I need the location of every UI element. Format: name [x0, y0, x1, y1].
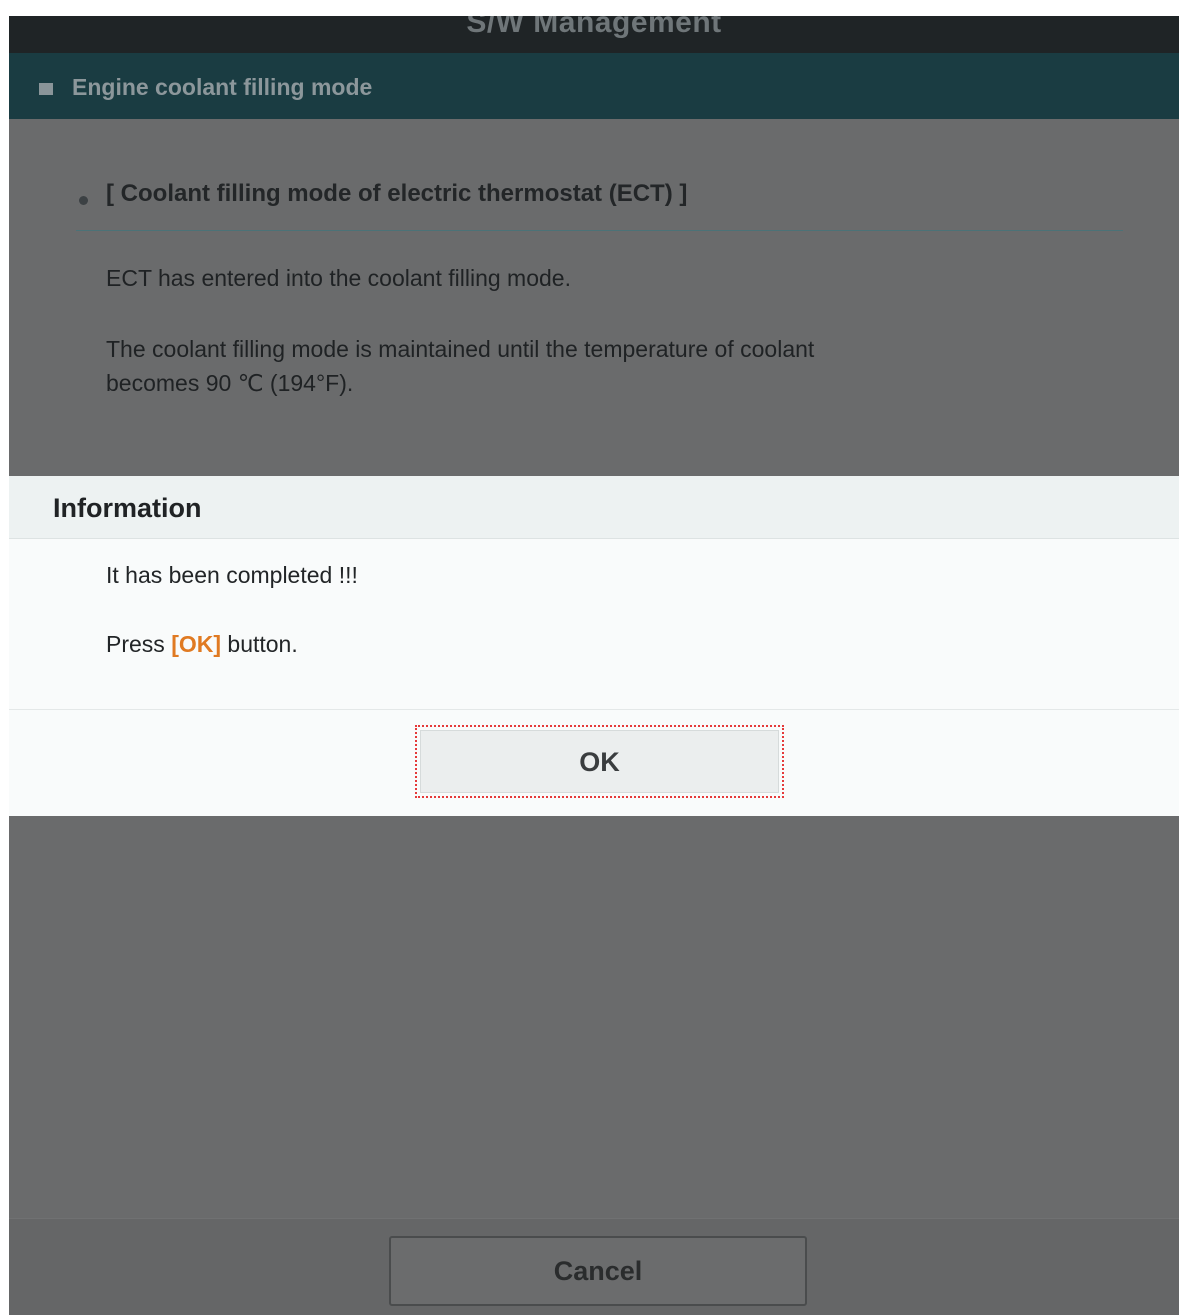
- dialog-title: Information: [53, 493, 202, 523]
- instruction-text-line2: becomes 90 ℃ (194°F).: [106, 370, 354, 396]
- cancel-button[interactable]: Cancel: [389, 1236, 807, 1306]
- dialog-footer: OK: [9, 709, 1179, 816]
- square-bullet-icon: [39, 83, 53, 95]
- dialog-message-suffix: button.: [221, 631, 298, 657]
- dialog-message-completed: It has been completed !!!: [106, 562, 358, 588]
- ok-button-label[interactable]: OK: [420, 730, 779, 793]
- window-title: S/W Management: [466, 16, 722, 39]
- dialog-message-instruction: Press [OK] button.: [106, 631, 298, 658]
- bottom-bar: Cancel: [9, 1218, 1179, 1315]
- content-heading: [ Coolant filling mode of electric therm…: [106, 180, 688, 207]
- ok-button[interactable]: OK: [415, 725, 784, 798]
- dialog-message-prefix: Press: [106, 631, 172, 657]
- section-header-label: Engine coolant filling mode: [72, 74, 373, 100]
- information-dialog: Information It has been completed !!! Pr…: [9, 476, 1179, 816]
- instruction-text-line1: The coolant filling mode is maintained u…: [106, 336, 815, 362]
- status-text: ECT has entered into the coolant filling…: [106, 265, 571, 291]
- title-bar: S/W Management: [9, 16, 1179, 53]
- dot-bullet-icon: [79, 196, 88, 205]
- heading-divider: [76, 230, 1123, 231]
- section-header: Engine coolant filling mode: [9, 53, 1179, 119]
- ok-highlight-text: [OK]: [171, 631, 222, 657]
- dialog-title-bar: Information: [9, 476, 1179, 539]
- app-screen: S/W Management Engine coolant filling mo…: [9, 16, 1179, 1315]
